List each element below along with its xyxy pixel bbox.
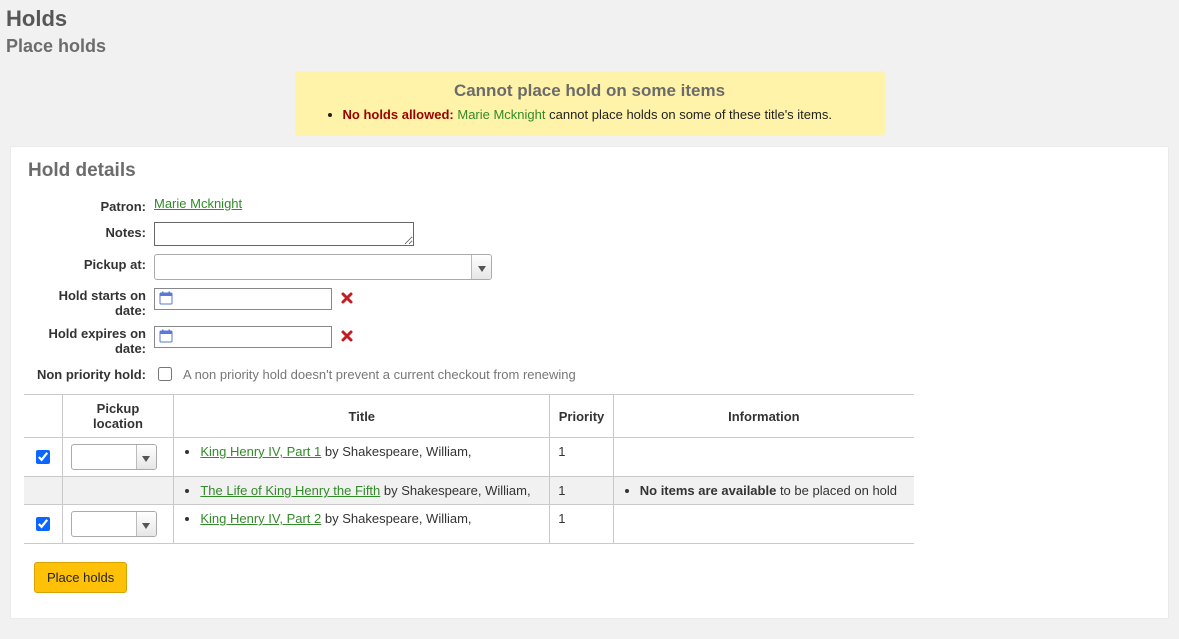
row-pickup-combo[interactable] <box>71 444 157 470</box>
title-link[interactable]: The Life of King Henry the Fifth <box>200 483 380 498</box>
title-byline: by Shakespeare, William, <box>321 511 471 526</box>
nonprio-hint: A non priority hold doesn't prevent a cu… <box>183 367 576 382</box>
row-pickup-cell <box>62 477 174 505</box>
row-checkbox-cell <box>24 477 62 505</box>
section-title: Hold details <box>28 160 1155 182</box>
page-subtitle: Place holds <box>6 36 1173 57</box>
table-row: The Life of King Henry the Fifth by Shak… <box>24 477 914 505</box>
chevron-down-icon <box>142 517 150 532</box>
alert-heading: Cannot place hold on some items <box>325 81 855 101</box>
start-date-label: Hold starts on date: <box>24 288 154 318</box>
nonprio-label: Non priority hold: <box>24 364 154 382</box>
col-priority: Priority <box>550 395 614 438</box>
row-checkbox-cell <box>24 505 62 544</box>
patron-label: Patron: <box>24 196 154 214</box>
row-title-item: King Henry IV, Part 2 by Shakespeare, Wi… <box>200 511 541 526</box>
row-pickup-dropdown-button[interactable] <box>136 445 156 469</box>
row-pickup-input[interactable] <box>72 512 136 536</box>
alert-tail: cannot place holds on some of these titl… <box>546 107 832 122</box>
clear-start-date-button[interactable] <box>340 291 354 308</box>
row-title-cell: The Life of King Henry the Fifth by Shak… <box>174 477 550 505</box>
col-pickup: Pickup location <box>62 395 174 438</box>
clear-expire-date-button[interactable] <box>340 329 354 346</box>
row-info-cell: No items are available to be placed on h… <box>613 477 914 505</box>
row-title-cell: King Henry IV, Part 1 by Shakespeare, Wi… <box>174 438 550 477</box>
title-link[interactable]: King Henry IV, Part 2 <box>200 511 321 526</box>
chevron-down-icon <box>142 450 150 465</box>
row-pickup-input[interactable] <box>72 445 136 469</box>
patron-link[interactable]: Marie Mcknight <box>154 196 242 211</box>
row-info-item: No items are available to be placed on h… <box>640 483 906 498</box>
pickup-dropdown-button[interactable] <box>471 255 491 279</box>
calendar-icon <box>159 291 173 308</box>
alert-strong: No holds allowed: <box>343 107 454 122</box>
row-priority: 1 <box>550 438 614 477</box>
holds-table: Pickup location Title Priority Informati… <box>24 394 914 544</box>
row-pickup-cell <box>62 505 174 544</box>
chevron-down-icon <box>478 260 486 275</box>
pickup-input[interactable] <box>155 255 471 279</box>
start-date-input[interactable] <box>177 291 327 308</box>
expire-date-input[interactable] <box>177 329 327 346</box>
row-checkbox[interactable] <box>36 450 50 464</box>
row-info-strong: No items are available <box>640 483 777 498</box>
alert-patron-link[interactable]: Marie Mcknight <box>457 107 545 122</box>
table-row: King Henry IV, Part 1 by Shakespeare, Wi… <box>24 438 914 477</box>
close-icon <box>340 329 354 346</box>
notes-input[interactable] <box>154 222 414 246</box>
col-checkbox <box>24 395 62 438</box>
row-checkbox[interactable] <box>36 517 50 531</box>
nonprio-checkbox[interactable] <box>158 367 172 381</box>
row-info-cell <box>613 438 914 477</box>
place-holds-button[interactable]: Place holds <box>34 562 127 593</box>
row-info-cell <box>613 505 914 544</box>
row-checkbox-cell <box>24 438 62 477</box>
row-pickup-dropdown-button[interactable] <box>136 512 156 536</box>
close-icon <box>340 291 354 308</box>
pickup-label: Pickup at: <box>24 254 154 272</box>
alert-item: No holds allowed: Marie Mcknight cannot … <box>343 107 855 122</box>
row-priority: 1 <box>550 477 614 505</box>
title-link[interactable]: King Henry IV, Part 1 <box>200 444 321 459</box>
expire-date-label: Hold expires on date: <box>24 326 154 356</box>
row-pickup-combo[interactable] <box>71 511 157 537</box>
row-pickup-cell <box>62 438 174 477</box>
calendar-icon <box>159 329 173 346</box>
row-title-item: The Life of King Henry the Fifth by Shak… <box>200 483 541 498</box>
pickup-combo[interactable] <box>154 254 492 280</box>
row-title-cell: King Henry IV, Part 2 by Shakespeare, Wi… <box>174 505 550 544</box>
title-byline: by Shakespeare, William, <box>321 444 471 459</box>
hold-details-panel: Hold details Patron: Marie Mcknight Note… <box>10 146 1169 619</box>
title-byline: by Shakespeare, William, <box>380 483 530 498</box>
row-title-item: King Henry IV, Part 1 by Shakespeare, Wi… <box>200 444 541 459</box>
alert-box: Cannot place hold on some items No holds… <box>295 71 885 136</box>
row-priority: 1 <box>550 505 614 544</box>
notes-label: Notes: <box>24 222 154 240</box>
table-row: King Henry IV, Part 2 by Shakespeare, Wi… <box>24 505 914 544</box>
page-title: Holds <box>6 6 1173 32</box>
start-date-field[interactable] <box>154 288 332 310</box>
col-info: Information <box>613 395 914 438</box>
col-title: Title <box>174 395 550 438</box>
row-info-tail: to be placed on hold <box>776 483 897 498</box>
expire-date-field[interactable] <box>154 326 332 348</box>
